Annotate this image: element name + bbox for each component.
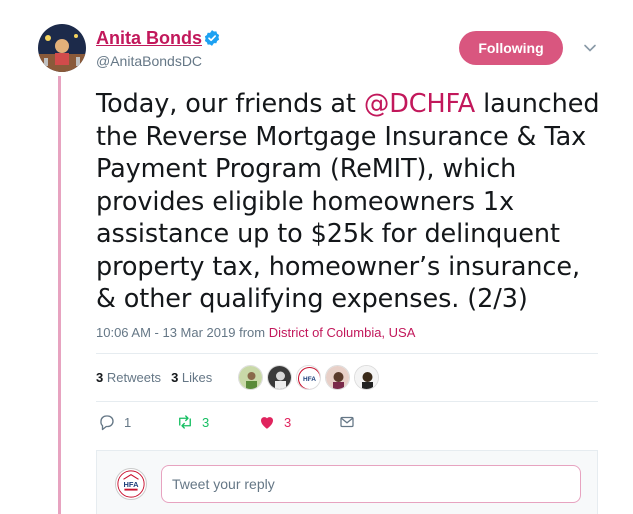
envelope-icon — [340, 416, 354, 428]
tweet-stats: 3 Retweets 3 Likes — [96, 370, 212, 385]
tweet-actions: 1 3 3 — [96, 413, 376, 435]
reply-placeholder: Tweet your reply — [172, 476, 275, 492]
liker-avatar[interactable] — [238, 365, 263, 390]
location-link[interactable]: District of Columbia, USA — [269, 325, 416, 340]
retweet-count: 3 — [202, 414, 210, 430]
divider-top — [96, 353, 598, 354]
reply-avatar: HFA — [115, 468, 147, 500]
author-avatar[interactable] — [38, 24, 86, 72]
liker-avatar[interactable] — [267, 365, 292, 390]
liker-avatar[interactable] — [325, 365, 350, 390]
retweets-stat[interactable]: 3 Retweets — [96, 370, 161, 385]
reply-avatar-text: HFA — [124, 480, 140, 489]
timestamp[interactable]: 10:06 AM - 13 Mar 2019 — [96, 325, 235, 340]
chevron-down-icon[interactable] — [582, 40, 598, 56]
author-name[interactable]: Anita Bonds — [96, 28, 202, 49]
divider-bottom — [96, 401, 598, 402]
liker-avatar[interactable] — [354, 365, 379, 390]
tweet-text-rest: launched the Reverse Mortgage Insurance … — [96, 89, 600, 314]
tweet-text-start: Today, our friends at — [96, 89, 364, 119]
mention-link[interactable]: @DCHFA — [364, 89, 475, 119]
reply-action[interactable]: 1 — [98, 413, 131, 431]
verified-badge-icon — [204, 30, 220, 46]
reply-icon — [100, 415, 114, 431]
tweet-text: Today, our friends at @DCHFA launched th… — [96, 88, 606, 316]
liker-avatar-hfa[interactable]: HFA — [296, 365, 321, 390]
author-handle[interactable]: @AnitaBondsDC — [96, 53, 202, 69]
svg-text:HFA: HFA — [303, 376, 316, 383]
likers-avatars: HFA — [238, 365, 379, 390]
following-button[interactable]: Following — [459, 31, 563, 65]
dm-action[interactable] — [338, 413, 356, 431]
retweet-action[interactable]: 3 — [176, 413, 209, 431]
likes-stat[interactable]: 3 Likes — [171, 370, 212, 385]
tweet-meta: 10:06 AM - 13 Mar 2019 from District of … — [96, 325, 415, 340]
like-action[interactable]: 3 — [258, 413, 291, 431]
heart-icon — [261, 417, 273, 429]
reply-input[interactable]: Tweet your reply — [161, 465, 581, 503]
reply-count: 1 — [124, 414, 132, 430]
reply-composer: HFA Tweet your reply — [96, 450, 598, 514]
thread-line — [58, 76, 61, 514]
like-count: 3 — [284, 414, 292, 430]
retweet-icon — [179, 415, 191, 429]
from-label: from — [239, 325, 266, 340]
